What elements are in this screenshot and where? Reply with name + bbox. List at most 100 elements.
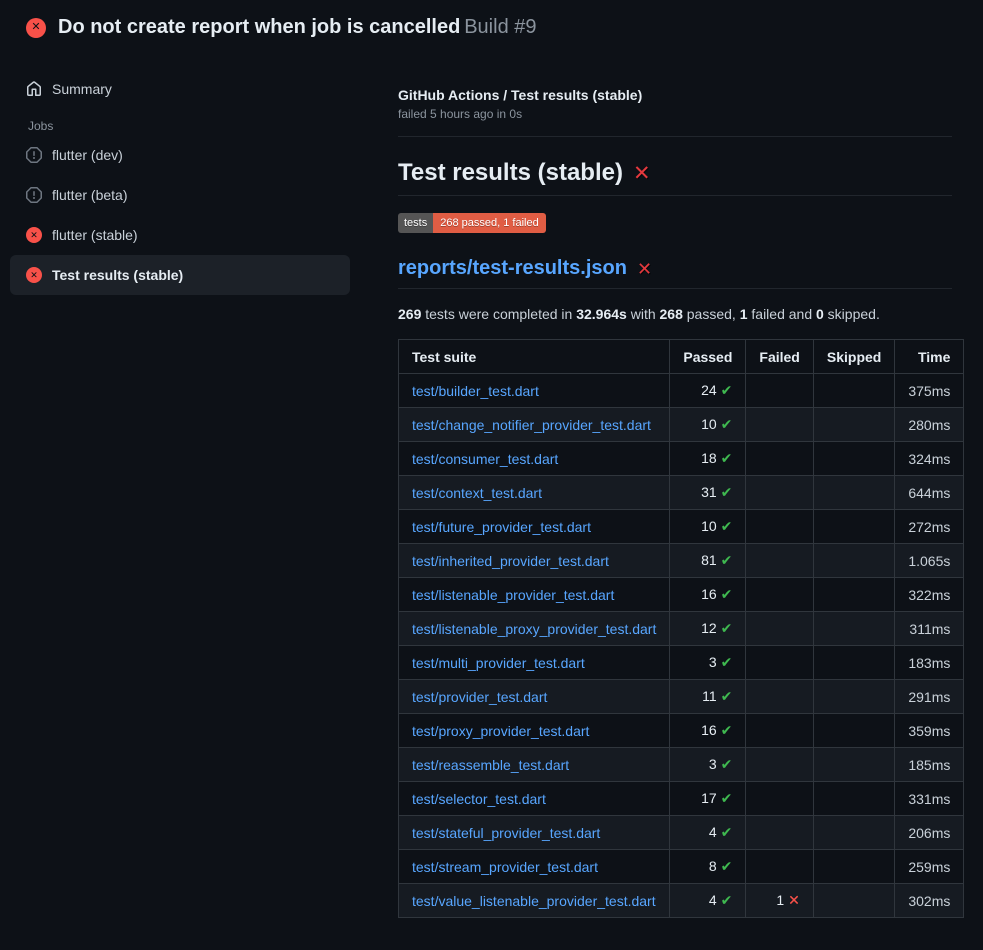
summary-total: 269 — [398, 306, 421, 322]
test-suite-cell: test/proxy_provider_test.dart — [399, 714, 670, 748]
passed-cell: 4✔ — [670, 884, 746, 918]
test-suite-cell: test/stream_provider_test.dart — [399, 850, 670, 884]
test-suite-link[interactable]: test/stream_provider_test.dart — [412, 859, 598, 875]
test-suite-link[interactable]: test/future_provider_test.dart — [412, 519, 591, 535]
test-suite-link[interactable]: test/inherited_provider_test.dart — [412, 553, 609, 569]
time-cell: 302ms — [895, 884, 964, 918]
sidebar-item-test-results-stable[interactable]: ✕Test results (stable) — [10, 255, 350, 295]
failed-cell — [746, 782, 813, 816]
passed-cell: 31✔ — [670, 476, 746, 510]
test-suite-cell: test/reassemble_test.dart — [399, 748, 670, 782]
table-row: test/provider_test.dart11✔291ms — [399, 680, 964, 714]
test-suite-cell: test/inherited_provider_test.dart — [399, 544, 670, 578]
table-row: test/proxy_provider_test.dart16✔359ms — [399, 714, 964, 748]
test-suite-cell: test/listenable_proxy_provider_test.dart — [399, 612, 670, 646]
check-icon: ✔ — [721, 484, 733, 500]
failed-cell — [746, 748, 813, 782]
test-suite-link[interactable]: test/context_test.dart — [412, 485, 542, 501]
summary-skipped: 0 — [816, 306, 824, 322]
skipped-cell — [813, 850, 894, 884]
passed-cell: 16✔ — [670, 578, 746, 612]
test-suite-link[interactable]: test/reassemble_test.dart — [412, 757, 569, 773]
x-circle-fill-icon: ✕ — [26, 227, 42, 243]
sidebar-item-label: flutter (dev) — [52, 147, 123, 163]
skipped-cell — [813, 884, 894, 918]
skipped-cell — [813, 510, 894, 544]
col-header-failed: Failed — [746, 340, 813, 374]
passed-cell: 4✔ — [670, 816, 746, 850]
badge-label: tests — [398, 213, 433, 233]
table-row: test/future_provider_test.dart10✔272ms — [399, 510, 964, 544]
report-file-link[interactable]: reports/test-results.json — [398, 257, 627, 280]
time-cell: 206ms — [895, 816, 964, 850]
time-cell: 375ms — [895, 374, 964, 408]
table-row: test/selector_test.dart17✔331ms — [399, 782, 964, 816]
sidebar-summary-label: Summary — [52, 81, 112, 97]
badge-value: 268 passed, 1 failed — [433, 213, 545, 233]
table-row: test/change_notifier_provider_test.dart1… — [399, 408, 964, 442]
col-header-skipped: Skipped — [813, 340, 894, 374]
skipped-cell — [813, 612, 894, 646]
sidebar-jobs-list: flutter (dev) flutter (beta) ✕ flutter (sta… — [10, 135, 350, 295]
section-heading: Test results (stable) — [398, 159, 623, 187]
passed-cell: 8✔ — [670, 850, 746, 884]
sidebar-jobs-label: Jobs — [28, 119, 350, 133]
check-status-text: failed 5 hours ago in 0s — [398, 107, 952, 121]
page-title: Do not create report when job is cancell… — [58, 16, 460, 38]
main-content: GitHub Actions / Test results (stable) f… — [398, 53, 983, 918]
passed-cell: 18✔ — [670, 442, 746, 476]
test-suite-cell: test/listenable_provider_test.dart — [399, 578, 670, 612]
sidebar-item-summary[interactable]: Summary — [10, 69, 350, 109]
check-icon: ✔ — [721, 892, 733, 908]
test-suite-link[interactable]: test/consumer_test.dart — [412, 451, 558, 467]
test-suite-cell: test/future_provider_test.dart — [399, 510, 670, 544]
time-cell: 359ms — [895, 714, 964, 748]
check-icon: ✔ — [721, 722, 733, 738]
test-suite-link[interactable]: test/stateful_provider_test.dart — [412, 825, 600, 841]
test-suite-link[interactable]: test/change_notifier_provider_test.dart — [412, 417, 651, 433]
col-header-test-suite: Test suite — [399, 340, 670, 374]
sidebar-item-flutter-stable[interactable]: ✕ flutter (stable) — [10, 215, 350, 255]
skipped-cell — [813, 442, 894, 476]
table-row: test/inherited_provider_test.dart81✔1.06… — [399, 544, 964, 578]
check-run-header: ✕ Do not create report when job is cance… — [0, 0, 983, 53]
sidebar-item-label: flutter (stable) — [52, 227, 138, 243]
check-icon: ✔ — [721, 586, 733, 602]
skipped-cell — [813, 782, 894, 816]
skipped-cell — [813, 476, 894, 510]
sidebar-item-flutter-dev[interactable]: flutter (dev) — [10, 135, 350, 175]
sidebar-item-flutter-beta[interactable]: flutter (beta) — [10, 175, 350, 215]
table-row: test/stream_provider_test.dart8✔259ms — [399, 850, 964, 884]
time-cell: 183ms — [895, 646, 964, 680]
passed-cell: 12✔ — [670, 612, 746, 646]
passed-cell: 17✔ — [670, 782, 746, 816]
test-suite-link[interactable]: test/listenable_proxy_provider_test.dart — [412, 621, 656, 637]
failed-cell — [746, 544, 813, 578]
test-suite-link[interactable]: test/builder_test.dart — [412, 383, 539, 399]
skipped-cell — [813, 680, 894, 714]
sidebar-item-label: flutter (beta) — [52, 187, 127, 203]
test-suite-link[interactable]: test/provider_test.dart — [412, 689, 547, 705]
test-suite-link[interactable]: test/proxy_provider_test.dart — [412, 723, 589, 739]
col-header-passed: Passed — [670, 340, 746, 374]
passed-cell: 3✔ — [670, 646, 746, 680]
x-icon: ✕ — [788, 892, 800, 908]
test-suite-link[interactable]: test/listenable_provider_test.dart — [412, 587, 614, 603]
failed-cell — [746, 612, 813, 646]
check-icon: ✔ — [721, 790, 733, 806]
failed-cell — [746, 680, 813, 714]
test-suite-link[interactable]: test/multi_provider_test.dart — [412, 655, 585, 671]
table-row: test/builder_test.dart24✔375ms — [399, 374, 964, 408]
stop-icon — [26, 187, 42, 203]
summary-time: 32.964s — [576, 306, 627, 322]
failed-cell — [746, 374, 813, 408]
stop-icon — [26, 147, 42, 163]
failed-cell — [746, 476, 813, 510]
passed-cell: 11✔ — [670, 680, 746, 714]
test-results-table: Test suite Passed Failed Skipped Time te… — [398, 339, 964, 918]
time-cell: 322ms — [895, 578, 964, 612]
test-suite-link[interactable]: test/value_listenable_provider_test.dart — [412, 893, 656, 909]
test-suite-link[interactable]: test/selector_test.dart — [412, 791, 546, 807]
check-icon: ✔ — [721, 416, 733, 432]
summary-failed: 1 — [740, 306, 748, 322]
